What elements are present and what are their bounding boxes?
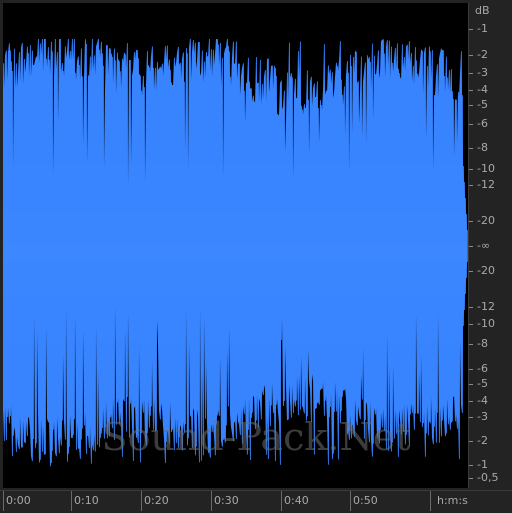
db-label: -1 bbox=[477, 458, 488, 471]
db-label: -0,5 bbox=[477, 471, 499, 484]
db-label: -12 bbox=[477, 178, 495, 191]
waveform-display[interactable] bbox=[3, 3, 469, 488]
db-tick bbox=[469, 478, 473, 479]
db-tick bbox=[469, 369, 473, 370]
time-label: 0:30 bbox=[214, 494, 239, 507]
db-tick bbox=[469, 55, 473, 56]
time-tick bbox=[3, 491, 4, 511]
db-tick bbox=[469, 169, 473, 170]
db-label: -10 bbox=[477, 317, 495, 330]
waveform-channel bbox=[3, 39, 468, 467]
db-label: -4 bbox=[477, 83, 488, 96]
db-label: -20 bbox=[477, 214, 495, 227]
db-tick bbox=[469, 105, 473, 106]
time-label: 0:40 bbox=[284, 494, 309, 507]
db-label: -1 bbox=[477, 22, 488, 35]
db-tick bbox=[469, 90, 473, 91]
db-tick bbox=[469, 465, 473, 466]
db-label: -2 bbox=[477, 434, 488, 447]
db-tick bbox=[469, 271, 473, 272]
time-tick bbox=[141, 491, 142, 511]
time-ruler: 0:00 0:10 0:20 0:30 0:40 0:50 h:m:s bbox=[0, 490, 512, 513]
time-label: 0:10 bbox=[74, 494, 99, 507]
db-ruler: dB -1 -2 -3 -4 -5 -6 -8 -10 -12 -20 -∞ -20 -12 -10 -8 -6… bbox=[469, 0, 512, 490]
db-tick bbox=[469, 124, 473, 125]
time-label: 0:20 bbox=[144, 494, 169, 507]
db-tick bbox=[469, 73, 473, 74]
db-label: -6 bbox=[477, 117, 488, 130]
time-label: 0:00 bbox=[6, 494, 31, 507]
db-label: dB bbox=[475, 4, 490, 17]
db-label: -3 bbox=[477, 66, 488, 79]
db-label: -10 bbox=[477, 162, 495, 175]
db-label: -2 bbox=[477, 48, 488, 61]
waveform-canvas[interactable] bbox=[3, 3, 468, 488]
time-tick bbox=[430, 491, 431, 511]
db-label: -6 bbox=[477, 362, 488, 375]
db-tick bbox=[469, 401, 473, 402]
db-tick bbox=[469, 344, 473, 345]
db-label: -5 bbox=[477, 377, 488, 390]
db-tick bbox=[469, 148, 473, 149]
db-tick bbox=[469, 441, 473, 442]
db-tick bbox=[469, 185, 473, 186]
time-tick bbox=[71, 491, 72, 511]
db-tick bbox=[469, 384, 473, 385]
db-label: -5 bbox=[477, 98, 488, 111]
time-tick bbox=[211, 491, 212, 511]
db-label: -8 bbox=[477, 337, 488, 350]
time-tick bbox=[281, 491, 282, 511]
db-label: -12 bbox=[477, 300, 495, 313]
db-tick bbox=[469, 221, 473, 222]
db-tick bbox=[469, 417, 473, 418]
time-unit-label: h:m:s bbox=[437, 494, 468, 507]
db-tick bbox=[469, 29, 473, 30]
time-tick bbox=[350, 491, 351, 511]
db-label: -3 bbox=[477, 410, 488, 423]
db-label: -4 bbox=[477, 394, 488, 407]
db-tick bbox=[469, 246, 473, 247]
time-label: 0:50 bbox=[353, 494, 378, 507]
db-tick bbox=[469, 307, 473, 308]
db-tick bbox=[469, 324, 473, 325]
db-label: -∞ bbox=[477, 239, 491, 252]
db-label: -20 bbox=[477, 264, 495, 277]
db-label: -8 bbox=[477, 141, 488, 154]
